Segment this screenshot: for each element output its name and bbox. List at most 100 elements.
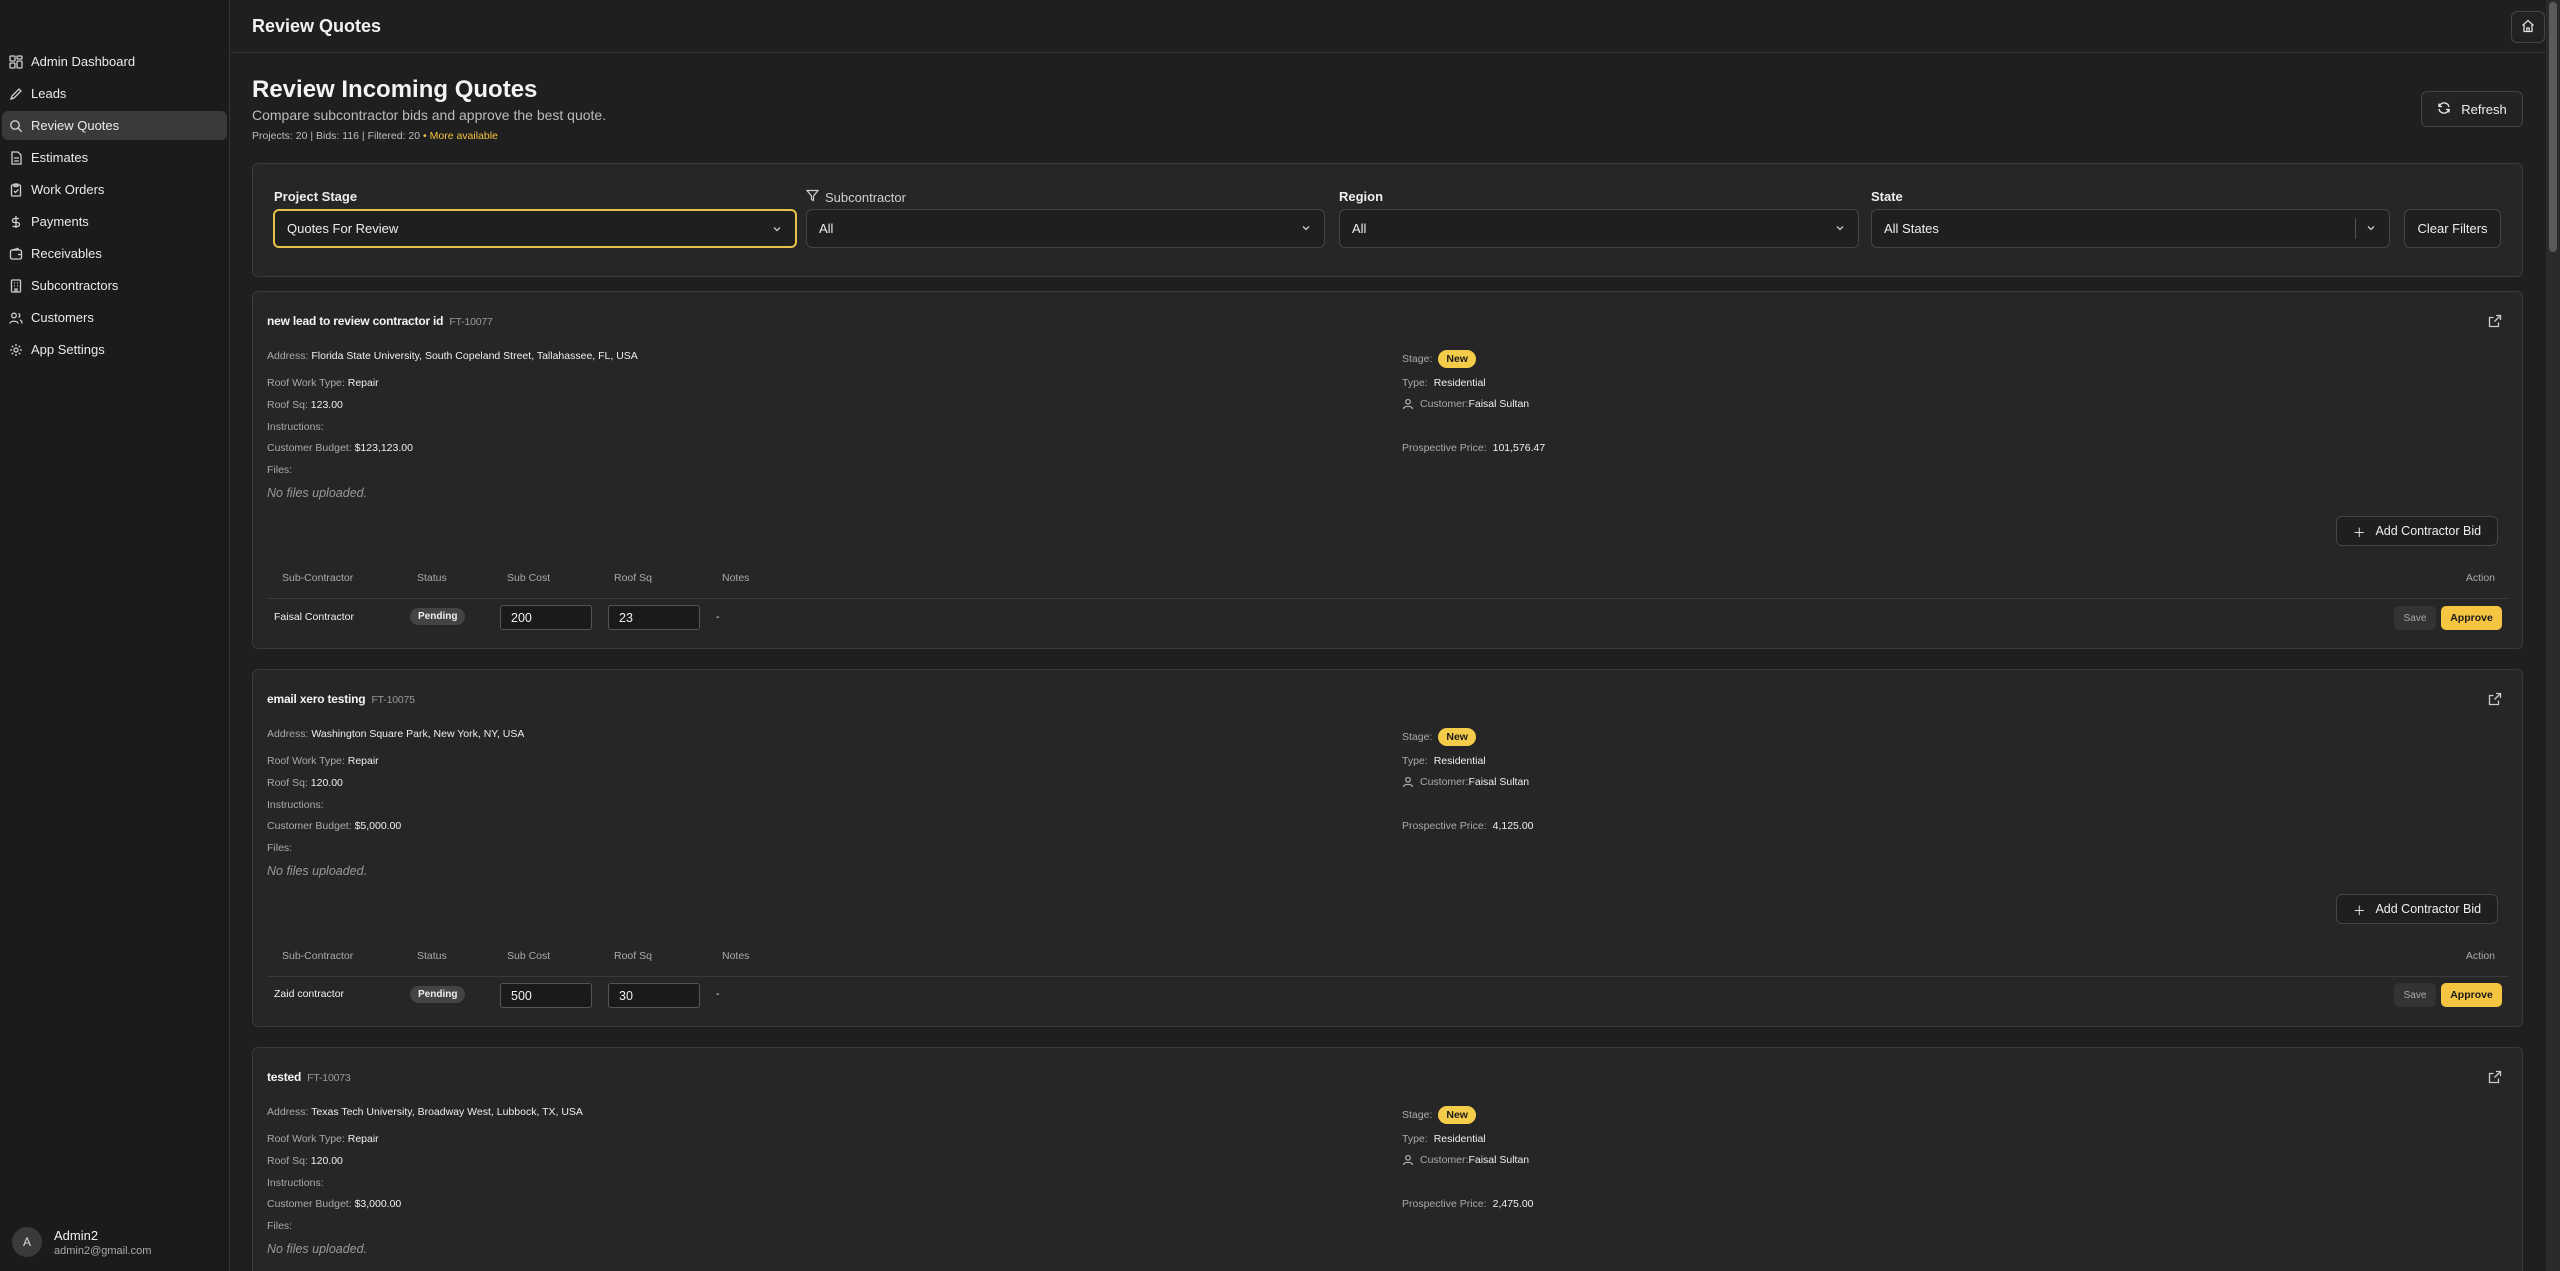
approve-button[interactable]: Approve [2441, 983, 2502, 1007]
prospective-price-field: Prospective Price: 4,125.00 [1402, 820, 1534, 832]
col-action: Action [2465, 572, 2495, 584]
pen-icon [9, 87, 23, 101]
sub-cost-input[interactable] [500, 605, 592, 630]
col-sub-cost: Sub Cost [507, 950, 551, 962]
project-stage-select[interactable]: Quotes For Review [273, 209, 797, 248]
stage-badge: New [1438, 350, 1476, 368]
user-icon [1402, 1154, 1414, 1166]
field-label: Roof Work Type: [267, 755, 345, 767]
col-subcontractor: Sub-Contractor [282, 572, 354, 584]
user-email: admin2@gmail.com [54, 1244, 152, 1257]
dashboard-icon [9, 54, 23, 69]
sidebar-item-customers[interactable]: Customers [2, 303, 227, 332]
sidebar-item-work-orders[interactable]: Work Orders [2, 175, 227, 204]
stage-field: Stage: New [1402, 350, 1476, 368]
project-stage-value: Quotes For Review [287, 221, 399, 236]
field-label: Instructions: [267, 421, 324, 433]
type-field: Type: Residential [1402, 377, 1486, 389]
state-select[interactable]: All States [1871, 209, 2390, 248]
field-label: Customer Budget: [267, 1198, 352, 1210]
external-link-icon[interactable] [2488, 692, 2502, 706]
scrollbar[interactable] [2546, 0, 2560, 1271]
customer-budget-field: Customer Budget: $123,123.00 [267, 442, 413, 454]
roof-work-type-value: Repair [347, 1133, 379, 1145]
prospective-price-value: 101,576.47 [1492, 442, 1546, 454]
chevron-down-icon [771, 223, 783, 235]
address-value: Texas Tech University, Broadway West, Lu… [311, 1106, 583, 1118]
external-link-icon[interactable] [2488, 314, 2502, 328]
stage-field: Stage: New [1402, 1106, 1476, 1124]
field-label: Prospective Price: [1402, 1198, 1487, 1210]
add-bid-label: Add Contractor Bid [2375, 902, 2482, 916]
col-notes: Notes [722, 572, 750, 584]
dollar-icon [9, 215, 23, 229]
col-notes: Notes [722, 950, 750, 962]
field-label: Customer: [1420, 776, 1469, 788]
sidebar-nav: Admin Dashboard Leads Review Quotes Esti… [0, 0, 229, 364]
filter-panel: Project Stage Quotes For Review Subcontr… [252, 163, 2523, 277]
field-label: Type: [1402, 755, 1428, 767]
sidebar-item-receivables[interactable]: Receivables [2, 239, 227, 268]
external-link-icon[interactable] [2488, 1070, 2502, 1084]
customer-field: Customer:Faisal Sultan [1402, 1154, 1529, 1166]
bid-notes: - [716, 611, 720, 623]
sidebar-item-admin-dashboard[interactable]: Admin Dashboard [2, 47, 227, 76]
roof-sq-input[interactable] [608, 605, 700, 630]
region-select[interactable]: All [1339, 209, 1859, 248]
add-contractor-bid-button[interactable]: ＋ Add Contractor Bid [2336, 894, 2498, 924]
sidebar-item-label: Leads [31, 86, 67, 101]
plus-icon: ＋ [2352, 903, 2366, 918]
sidebar-item-review-quotes[interactable]: Review Quotes [2, 111, 227, 140]
project-title-wrap: new lead to review contractor id FT-10077 [267, 314, 493, 328]
prospective-price-value: 2,475.00 [1492, 1198, 1534, 1210]
sidebar-item-label: Estimates [31, 150, 89, 165]
sidebar-item-app-settings[interactable]: App Settings [2, 335, 227, 364]
prospective-price-field: Prospective Price: 101,576.47 [1402, 442, 1545, 454]
sidebar-item-leads[interactable]: Leads [2, 79, 227, 108]
instructions-field: Instructions: [267, 1177, 324, 1189]
project-id: FT-10073 [307, 1072, 351, 1084]
user-icon [1402, 398, 1414, 410]
sidebar-item-subcontractors[interactable]: Subcontractors [2, 271, 227, 300]
status-badge: Pending [410, 986, 466, 1003]
field-label: Roof Sq: [267, 1155, 308, 1167]
project-card: tested FT-10073 Address: Texas Tech Unive… [252, 1047, 2523, 1271]
sidebar-item-payments[interactable]: Payments [2, 207, 227, 236]
address-value: Florida State University, South Copeland… [311, 350, 638, 362]
col-roof-sq: Roof Sq [614, 572, 652, 584]
project-id: FT-10077 [449, 316, 493, 328]
add-contractor-bid-button[interactable]: ＋ Add Contractor Bid [2336, 516, 2498, 546]
project-title: tested [267, 1070, 302, 1084]
stats-text: Projects: 20 | Bids: 116 | Filtered: 20 [252, 130, 421, 142]
sidebar-item-label: Review Quotes [31, 118, 120, 133]
col-status: Status [417, 950, 447, 962]
region-value: All [1352, 221, 1367, 236]
clear-filters-button[interactable]: Clear Filters [2404, 209, 2501, 248]
scrollbar-thumb[interactable] [2549, 2, 2557, 252]
type-value: Residential [1433, 1133, 1486, 1145]
save-button[interactable]: Save [2394, 606, 2436, 630]
field-label: Customer: [1420, 1154, 1469, 1166]
user-profile[interactable]: A Admin2 admin2@gmail.com [12, 1227, 151, 1257]
region-label: Region [1339, 189, 1384, 204]
field-label: Files: [267, 464, 293, 476]
add-bid-label: Add Contractor Bid [2375, 524, 2482, 538]
home-button[interactable] [2511, 11, 2545, 43]
customer-field: Customer:Faisal Sultan [1402, 398, 1529, 410]
save-button[interactable]: Save [2394, 983, 2436, 1007]
project-title: new lead to review contractor id [267, 314, 444, 328]
subcontractor-select[interactable]: All [806, 209, 1325, 248]
approve-button[interactable]: Approve [2441, 606, 2502, 630]
sidebar-item-estimates[interactable]: Estimates [2, 143, 227, 172]
subcontractor-label-wrap: Subcontractor [805, 189, 906, 205]
sub-cost-input[interactable] [500, 983, 592, 1008]
subcontractor-label: Subcontractor [825, 189, 906, 205]
stage-badge: New [1438, 1106, 1476, 1124]
roof-sq-input[interactable] [608, 983, 700, 1008]
sidebar-item-label: Receivables [31, 246, 102, 261]
roof-work-type-value: Repair [347, 377, 379, 389]
avatar: A [12, 1227, 42, 1257]
refresh-button[interactable]: Refresh [2421, 91, 2523, 127]
instructions-field: Instructions: [267, 799, 324, 811]
customer-value: Faisal Sultan [1468, 398, 1530, 410]
